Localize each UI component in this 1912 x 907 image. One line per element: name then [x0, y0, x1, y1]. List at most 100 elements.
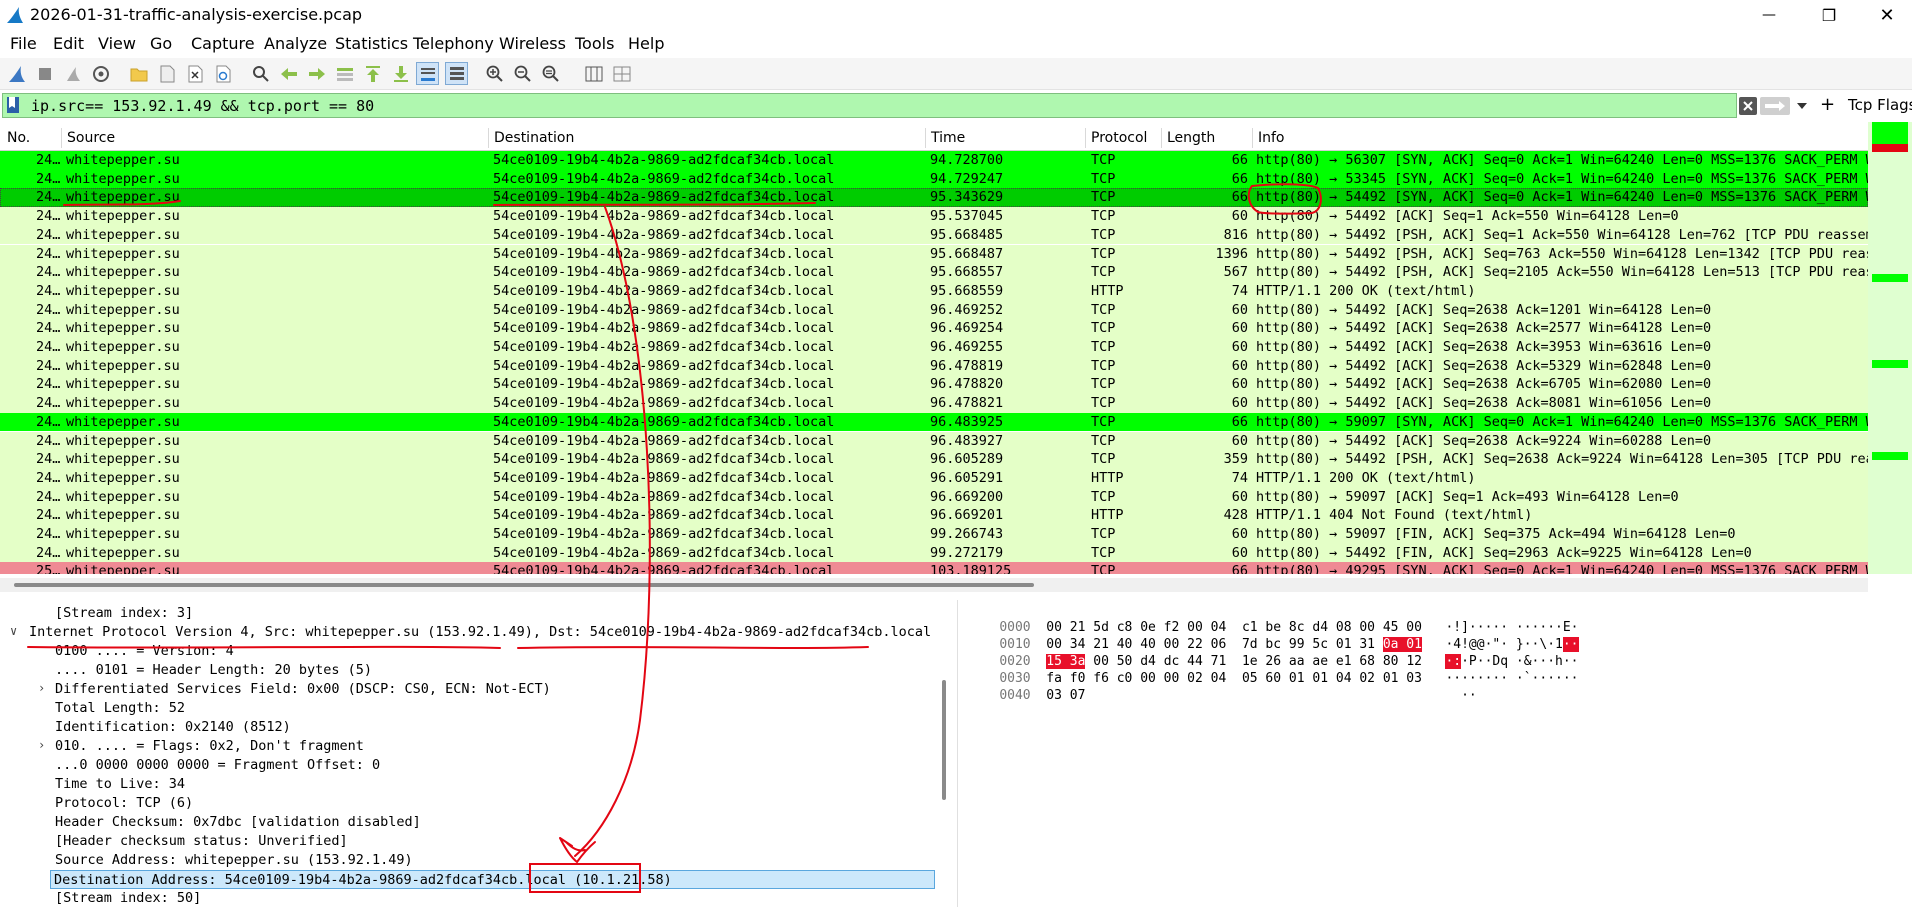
first-packet-button[interactable] — [361, 62, 384, 85]
menu-view[interactable]: View — [98, 34, 136, 53]
detail-tree-item[interactable]: Protocol: TCP (6) — [0, 794, 935, 813]
packet-row[interactable]: 24… whitepepper.su 54ce0109-19b4-4b2a-9869… — [0, 468, 1868, 488]
column-header-info[interactable]: Info — [1258, 130, 1285, 146]
menu-tools[interactable]: Tools — [575, 34, 614, 53]
packet-row[interactable]: 24… whitepepper.su 54ce0109-19b4-4b2a-9869… — [0, 300, 1868, 320]
detail-tree-item[interactable]: Time to Live: 34 — [0, 775, 935, 794]
resize-columns-button[interactable] — [582, 62, 605, 85]
packet-row[interactable]: 24… whitepepper.su 54ce0109-19b4-4b2a-9869… — [0, 281, 1868, 301]
column-header-no[interactable]: No. — [7, 130, 30, 146]
packet-row[interactable]: 24… whitepepper.su 54ce0109-19b4-4b2a-9869… — [0, 263, 1868, 282]
go-to-packet-button[interactable] — [333, 62, 356, 85]
capture-options-button[interactable] — [89, 62, 112, 85]
detail-tree-item[interactable]: ...0 0000 0000 0000 = Fragment Offset: 0 — [0, 756, 935, 775]
detail-tree-item[interactable]: Destination Address: 54ce0109-19b4-4b2a-… — [50, 870, 935, 889]
hex-bytes[interactable]: 03 07 — [1046, 688, 1085, 703]
go-forward-button[interactable] — [305, 62, 328, 85]
packet-row[interactable]: 24… whitepepper.su 54ce0109-19b4-4b2a-9869… — [0, 506, 1868, 525]
close-button[interactable]: ✕ — [1858, 0, 1912, 30]
menu-analyze[interactable]: Analyze — [264, 34, 327, 53]
packet-row[interactable]: 24… whitepepper.su 54ce0109-19b4-4b2a-9869… — [0, 487, 1868, 507]
detail-tree-item[interactable]: Header Checksum: 0x7dbc [validation disa… — [0, 813, 935, 832]
packet-length: 816 — [1223, 226, 1248, 243]
maximize-button[interactable]: ❐ — [1800, 0, 1858, 30]
layout-button[interactable] — [610, 62, 633, 85]
auto-scroll-button[interactable] — [416, 62, 439, 85]
packet-time: 96.469255 — [930, 339, 1004, 355]
detail-tree-item[interactable]: [Header checksum status: Unverified] — [0, 832, 935, 851]
packet-row[interactable]: 24… whitepepper.su 54ce0109-19b4-4b2a-9869… — [0, 338, 1868, 357]
detail-tree-item[interactable]: 0100 .... = Version: 4 — [0, 642, 935, 661]
colorize-button[interactable] — [445, 62, 468, 85]
packet-row[interactable]: 24… whitepepper.su 54ce0109-19b4-4b2a-9869… — [0, 207, 1868, 226]
detail-tree-item[interactable]: Identification: 0x2140 (8512) — [0, 718, 935, 737]
menu-statistics[interactable]: Statistics — [335, 34, 408, 53]
menu-edit[interactable]: Edit — [53, 34, 84, 53]
clear-filter-button[interactable] — [1739, 97, 1757, 115]
detail-tree-item[interactable]: .... 0101 = Header Length: 20 bytes (5) — [0, 661, 935, 680]
menu-help[interactable]: Help — [628, 34, 664, 53]
stop-capture-button[interactable] — [33, 62, 56, 85]
minimize-button[interactable]: — — [1740, 0, 1798, 30]
detail-tree-item[interactable]: › 010. .... = Flags: 0x2, Don't fragment — [0, 737, 935, 756]
expanded-arrow-icon[interactable]: ∨ — [10, 624, 17, 638]
packet-row[interactable]: 24… whitepepper.su 54ce0109-19b4-4b2a-9869… — [0, 375, 1868, 395]
save-file-button[interactable] — [155, 62, 178, 85]
go-back-button[interactable] — [277, 62, 300, 85]
last-packet-button[interactable] — [389, 62, 412, 85]
detail-tree-item[interactable]: Total Length: 52 — [0, 699, 935, 718]
tcp-flags-filter-button[interactable]: Tcp Flags — [1848, 96, 1912, 114]
start-capture-button[interactable] — [5, 62, 28, 85]
column-header-destination[interactable]: Destination — [494, 130, 574, 146]
reload-file-button[interactable] — [211, 62, 234, 85]
display-filter-input[interactable]: ip.src== 153.92.1.49 && tcp.port == 80 — [2, 93, 1737, 118]
packet-row[interactable]: 24… whitepepper.su 54ce0109-19b4-4b2a-9869… — [0, 319, 1868, 338]
apply-filter-button[interactable] — [1760, 97, 1790, 115]
packet-row[interactable]: 24… whitepepper.su 54ce0109-19b4-4b2a-9869… — [0, 225, 1868, 245]
hex-ascii[interactable]: ·· — [1461, 688, 1477, 703]
packet-row[interactable]: 24… whitepepper.su 54ce0109-19b4-4b2a-9869… — [0, 543, 1868, 563]
packet-row[interactable]: 24… whitepepper.su 54ce0109-19b4-4b2a-9869… — [0, 356, 1868, 376]
column-header-source[interactable]: Source — [67, 130, 115, 146]
packet-row[interactable]: 24… whitepepper.su 54ce0109-19b4-4b2a-9869… — [0, 188, 1868, 208]
hscroll-thumb[interactable] — [14, 583, 1034, 587]
zoom-out-button[interactable] — [511, 62, 534, 85]
details-vscroll-thumb[interactable] — [942, 680, 946, 800]
filter-history-dropdown[interactable] — [1795, 97, 1809, 115]
detail-tree-item[interactable]: [Stream index: 3] — [0, 604, 935, 623]
packet-row[interactable]: 24… whitepepper.su 54ce0109-19b4-4b2a-9869… — [0, 431, 1868, 451]
packet-row[interactable]: 24… whitepepper.su 54ce0109-19b4-4b2a-9869… — [0, 412, 1868, 432]
packet-row[interactable]: 24… whitepepper.su 54ce0109-19b4-4b2a-9869… — [0, 450, 1868, 469]
detail-tree-item[interactable]: › Differentiated Services Field: 0x00 (DS… — [0, 680, 935, 699]
close-file-button[interactable] — [183, 62, 206, 85]
detail-tree-item[interactable]: [Stream index: 50] — [0, 889, 935, 907]
column-header-length[interactable]: Length — [1167, 130, 1215, 146]
packet-minimap[interactable] — [1868, 122, 1912, 574]
find-packet-button[interactable] — [249, 62, 272, 85]
menu-wireless[interactable]: Wireless — [499, 34, 566, 53]
menu-capture[interactable]: Capture — [191, 34, 255, 53]
detail-tree-item[interactable]: ∨ Internet Protocol Version 4, Src: white… — [0, 623, 935, 642]
packet-row[interactable]: 24… whitepepper.su 54ce0109-19b4-4b2a-9869… — [0, 394, 1868, 413]
zoom-in-button[interactable] — [483, 62, 506, 85]
packet-row[interactable]: 24… whitepepper.su 54ce0109-19b4-4b2a-9869… — [0, 169, 1868, 189]
normal-size-button[interactable] — [539, 62, 562, 85]
packet-row[interactable]: 25… whitepepper.su 54ce0109-19b4-4b2a-9869… — [0, 562, 1868, 574]
menu-file[interactable]: File — [10, 34, 37, 53]
packet-row[interactable]: 24… whitepepper.su 54ce0109-19b4-4b2a-9869… — [0, 525, 1868, 544]
menu-go[interactable]: Go — [150, 34, 172, 53]
packet-row[interactable]: 24… whitepepper.su 54ce0109-19b4-4b2a-9869… — [0, 151, 1868, 170]
bookmark-icon[interactable] — [6, 96, 20, 114]
detail-tree-item[interactable]: Source Address: whitepepper.su (153.92.1… — [0, 851, 935, 870]
restart-capture-button[interactable] — [61, 62, 84, 85]
packet-list-hscrollbar[interactable] — [0, 578, 1868, 592]
packet-row[interactable]: 24… whitepepper.su 54ce0109-19b4-4b2a-9869… — [0, 244, 1868, 264]
open-file-button[interactable] — [127, 62, 150, 85]
collapsed-arrow-icon[interactable]: › — [38, 738, 45, 752]
add-filter-button-icon[interactable]: + — [1820, 94, 1835, 115]
column-header-protocol[interactable]: Protocol — [1091, 130, 1147, 146]
packet-source: whitepepper.su — [66, 208, 180, 225]
column-header-time[interactable]: Time — [931, 130, 965, 146]
menu-telephony[interactable]: Telephony — [413, 34, 494, 53]
collapsed-arrow-icon[interactable]: › — [38, 681, 45, 695]
